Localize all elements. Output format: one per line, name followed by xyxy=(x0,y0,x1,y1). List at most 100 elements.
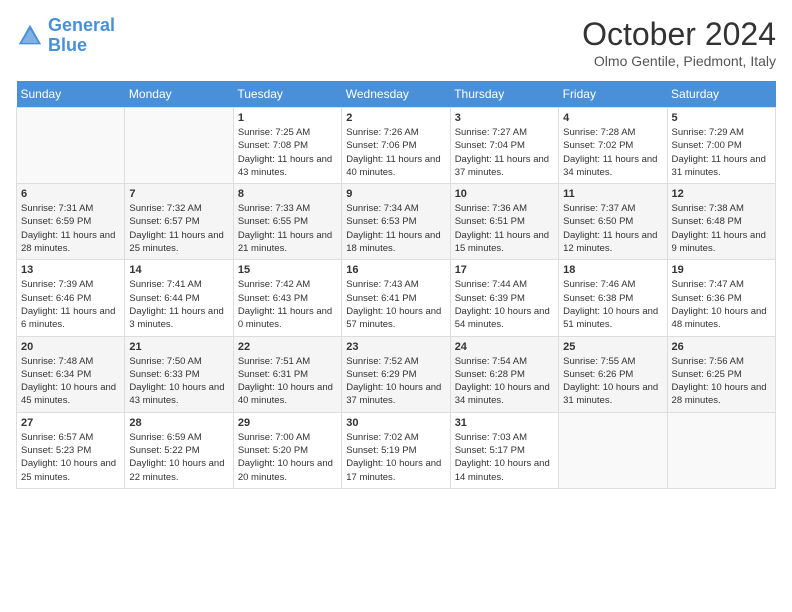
calendar-cell: 21Sunrise: 7:50 AM Sunset: 6:33 PM Dayli… xyxy=(125,336,233,412)
weekday-header: Saturday xyxy=(667,81,775,108)
calendar-cell: 23 Sunrise: 7:52 AM Sunset: 6:29 PM Dayli… xyxy=(342,336,450,412)
calendar-cell xyxy=(559,412,667,488)
day-info: Sunrise: 7:26 AM Sunset: 7:06 PM Dayligh… xyxy=(346,126,445,179)
calendar-cell: 8Sunrise: 7:33 AM Sunset: 6:55 PM Daylig… xyxy=(233,184,341,260)
day-info: Sunrise: 7:52 AM Sunset: 6:29 PM Dayligh… xyxy=(346,355,445,408)
calendar-cell xyxy=(125,108,233,184)
calendar-cell: 19 Sunrise: 7:47 AM Sunset: 6:36 PM Dayli… xyxy=(667,260,775,336)
location: Olmo Gentile, Piedmont, Italy xyxy=(582,53,776,69)
calendar-cell: 22 Sunrise: 7:51 AM Sunset: 6:31 PM Dayli… xyxy=(233,336,341,412)
calendar-cell: 28 Sunrise: 6:59 AM Sunset: 5:22 PM Dayli… xyxy=(125,412,233,488)
calendar-week-row: 20 Sunrise: 7:48 AM Sunset: 6:34 PM Dayli… xyxy=(17,336,776,412)
calendar-week-row: 1Sunrise: 7:25 AM Sunset: 7:08 PM Daylig… xyxy=(17,108,776,184)
calendar-cell: 15Sunrise: 7:42 AM Sunset: 6:43 PM Dayli… xyxy=(233,260,341,336)
day-number: 2 xyxy=(346,112,445,124)
calendar-cell: 4 Sunrise: 7:28 AM Sunset: 7:02 PM Daylig… xyxy=(559,108,667,184)
day-info: Sunrise: 7:00 AM Sunset: 5:20 PM Dayligh… xyxy=(238,431,337,484)
calendar-cell xyxy=(17,108,125,184)
weekday-header: Monday xyxy=(125,81,233,108)
calendar-cell: 17Sunrise: 7:44 AM Sunset: 6:39 PM Dayli… xyxy=(450,260,558,336)
calendar-week-row: 6Sunrise: 7:31 AM Sunset: 6:59 PM Daylig… xyxy=(17,184,776,260)
day-info: Sunrise: 7:03 AM Sunset: 5:17 PM Dayligh… xyxy=(455,431,554,484)
page-header: General Blue October 2024 Olmo Gentile, … xyxy=(16,16,776,69)
logo-icon xyxy=(16,22,44,50)
title-block: October 2024 Olmo Gentile, Piedmont, Ita… xyxy=(582,16,776,69)
day-number: 28 xyxy=(129,417,228,429)
weekday-header: Tuesday xyxy=(233,81,341,108)
day-info: Sunrise: 7:55 AM Sunset: 6:26 PM Dayligh… xyxy=(563,355,662,408)
day-number: 31 xyxy=(455,417,554,429)
day-info: Sunrise: 7:51 AM Sunset: 6:31 PM Dayligh… xyxy=(238,355,337,408)
calendar-cell xyxy=(667,412,775,488)
day-number: 30 xyxy=(346,417,445,429)
calendar-cell: 1Sunrise: 7:25 AM Sunset: 7:08 PM Daylig… xyxy=(233,108,341,184)
day-info: Sunrise: 7:34 AM Sunset: 6:53 PM Dayligh… xyxy=(346,202,445,255)
calendar-cell: 10 Sunrise: 7:36 AM Sunset: 6:51 PM Dayli… xyxy=(450,184,558,260)
day-info: Sunrise: 7:46 AM Sunset: 6:38 PM Dayligh… xyxy=(563,278,662,331)
day-number: 29 xyxy=(238,417,337,429)
day-number: 20 xyxy=(21,341,120,353)
weekday-header: Thursday xyxy=(450,81,558,108)
day-info: Sunrise: 7:02 AM Sunset: 5:19 PM Dayligh… xyxy=(346,431,445,484)
calendar-cell: 6Sunrise: 7:31 AM Sunset: 6:59 PM Daylig… xyxy=(17,184,125,260)
day-number: 25 xyxy=(563,341,662,353)
calendar-cell: 25 Sunrise: 7:55 AM Sunset: 6:26 PM Dayli… xyxy=(559,336,667,412)
day-number: 27 xyxy=(21,417,120,429)
day-number: 24 xyxy=(455,341,554,353)
day-number: 3 xyxy=(455,112,554,124)
day-info: Sunrise: 7:44 AM Sunset: 6:39 PM Dayligh… xyxy=(455,278,554,331)
day-info: Sunrise: 7:47 AM Sunset: 6:36 PM Dayligh… xyxy=(672,278,771,331)
day-number: 6 xyxy=(21,188,120,200)
calendar-table: SundayMondayTuesdayWednesdayThursdayFrid… xyxy=(16,81,776,489)
calendar-cell: 2 Sunrise: 7:26 AM Sunset: 7:06 PM Daylig… xyxy=(342,108,450,184)
calendar-cell: 31 Sunrise: 7:03 AM Sunset: 5:17 PM Dayli… xyxy=(450,412,558,488)
day-info: Sunrise: 6:59 AM Sunset: 5:22 PM Dayligh… xyxy=(129,431,228,484)
day-info: Sunrise: 7:32 AM Sunset: 6:57 PM Dayligh… xyxy=(129,202,228,255)
calendar-cell: 7 Sunrise: 7:32 AM Sunset: 6:57 PM Daylig… xyxy=(125,184,233,260)
day-info: Sunrise: 7:27 AM Sunset: 7:04 PM Dayligh… xyxy=(455,126,554,179)
weekday-header: Wednesday xyxy=(342,81,450,108)
day-number: 22 xyxy=(238,341,337,353)
day-number: 4 xyxy=(563,112,662,124)
calendar-cell: 30 Sunrise: 7:02 AM Sunset: 5:19 PM Dayli… xyxy=(342,412,450,488)
calendar-cell: 11 Sunrise: 7:37 AM Sunset: 6:50 PM Dayli… xyxy=(559,184,667,260)
calendar-cell: 14Sunrise: 7:41 AM Sunset: 6:44 PM Dayli… xyxy=(125,260,233,336)
day-info: Sunrise: 7:43 AM Sunset: 6:41 PM Dayligh… xyxy=(346,278,445,331)
day-info: Sunrise: 7:48 AM Sunset: 6:34 PM Dayligh… xyxy=(21,355,120,408)
calendar-week-row: 27 Sunrise: 6:57 AM Sunset: 5:23 PM Dayli… xyxy=(17,412,776,488)
day-number: 11 xyxy=(563,188,662,200)
day-number: 16 xyxy=(346,264,445,276)
day-number: 8 xyxy=(238,188,337,200)
weekday-header: Sunday xyxy=(17,81,125,108)
logo-text: General Blue xyxy=(48,16,115,56)
day-info: Sunrise: 7:56 AM Sunset: 6:25 PM Dayligh… xyxy=(672,355,771,408)
calendar-cell: 13Sunrise: 7:39 AM Sunset: 6:46 PM Dayli… xyxy=(17,260,125,336)
day-info: Sunrise: 7:25 AM Sunset: 7:08 PM Dayligh… xyxy=(238,126,337,179)
day-number: 26 xyxy=(672,341,771,353)
day-info: Sunrise: 6:57 AM Sunset: 5:23 PM Dayligh… xyxy=(21,431,120,484)
day-number: 21 xyxy=(129,341,228,353)
day-info: Sunrise: 7:37 AM Sunset: 6:50 PM Dayligh… xyxy=(563,202,662,255)
day-info: Sunrise: 7:38 AM Sunset: 6:48 PM Dayligh… xyxy=(672,202,771,255)
weekday-header: Friday xyxy=(559,81,667,108)
day-number: 7 xyxy=(129,188,228,200)
day-number: 23 xyxy=(346,341,445,353)
day-info: Sunrise: 7:28 AM Sunset: 7:02 PM Dayligh… xyxy=(563,126,662,179)
calendar-cell: 9 Sunrise: 7:34 AM Sunset: 6:53 PM Daylig… xyxy=(342,184,450,260)
calendar-cell: 3 Sunrise: 7:27 AM Sunset: 7:04 PM Daylig… xyxy=(450,108,558,184)
day-info: Sunrise: 7:39 AM Sunset: 6:46 PM Dayligh… xyxy=(21,278,120,331)
calendar-cell: 26 Sunrise: 7:56 AM Sunset: 6:25 PM Dayli… xyxy=(667,336,775,412)
weekday-header-row: SundayMondayTuesdayWednesdayThursdayFrid… xyxy=(17,81,776,108)
logo-general: General xyxy=(48,15,115,35)
logo: General Blue xyxy=(16,16,115,56)
day-number: 19 xyxy=(672,264,771,276)
calendar-cell: 27 Sunrise: 6:57 AM Sunset: 5:23 PM Dayli… xyxy=(17,412,125,488)
month-title: October 2024 xyxy=(582,16,776,53)
day-number: 10 xyxy=(455,188,554,200)
day-number: 15 xyxy=(238,264,337,276)
day-info: Sunrise: 7:36 AM Sunset: 6:51 PM Dayligh… xyxy=(455,202,554,255)
calendar-cell: 24Sunrise: 7:54 AM Sunset: 6:28 PM Dayli… xyxy=(450,336,558,412)
calendar-cell: 29 Sunrise: 7:00 AM Sunset: 5:20 PM Dayli… xyxy=(233,412,341,488)
day-number: 9 xyxy=(346,188,445,200)
day-number: 18 xyxy=(563,264,662,276)
